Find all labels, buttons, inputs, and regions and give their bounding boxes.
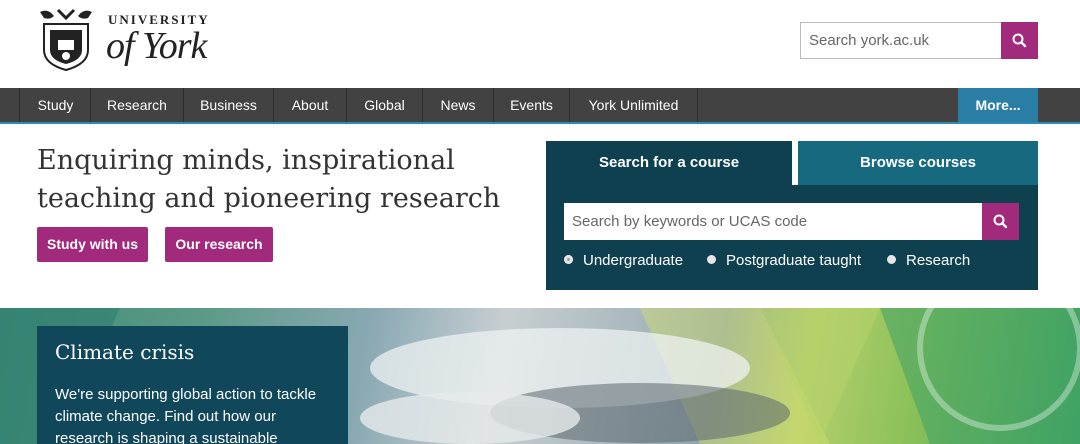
radio-postgraduate-taught[interactable]: Postgraduate taught [707, 251, 861, 271]
radio-unchecked-icon [887, 255, 896, 264]
search-icon [993, 214, 1008, 229]
nav-item-study[interactable]: Study [21, 88, 91, 122]
tab-search-for-a-course[interactable]: Search for a course [546, 141, 792, 185]
site-search-input[interactable] [800, 22, 1002, 59]
radio-research[interactable]: Research [887, 251, 970, 271]
our-research-button[interactable]: Our research [165, 227, 273, 262]
feature-title[interactable]: Climate crisis [55, 340, 194, 364]
radio-label-undergraduate: Undergraduate [583, 252, 684, 269]
nav-item-about[interactable]: About [274, 88, 347, 122]
nav-item-business[interactable]: Business [184, 88, 274, 122]
logo-york-text: of York [106, 25, 207, 67]
radio-undergraduate[interactable]: Undergraduate [564, 251, 683, 271]
course-search-button[interactable] [982, 203, 1019, 240]
feature-text: We're supporting global action to tackle… [55, 386, 317, 444]
site-search-button[interactable] [1001, 22, 1038, 59]
tab-browse-courses[interactable]: Browse courses [798, 141, 1038, 185]
main-nav: Study Research Business About Global New… [0, 88, 1080, 124]
radio-unchecked-icon [707, 255, 716, 264]
search-icon [1012, 33, 1027, 48]
nav-spacer [0, 88, 20, 122]
feature-banner[interactable]: Climate crisis We're supporting global a… [0, 308, 1080, 444]
nav-more-button[interactable]: More... [958, 88, 1038, 122]
course-finder: Search for a course Browse courses Under… [546, 141, 1038, 290]
site-search [800, 22, 1038, 59]
nav-item-news[interactable]: News [423, 88, 494, 122]
crest-icon [40, 8, 92, 72]
radio-label-research: Research [906, 252, 971, 269]
university-logo[interactable]: UNIVERSITY of York [36, 6, 236, 76]
site-header: UNIVERSITY of York [0, 0, 1080, 88]
page-title: Enquiring minds, inspirational teaching … [37, 145, 501, 214]
course-search-input[interactable] [564, 203, 982, 240]
radio-label-postgraduate-taught: Postgraduate taught [726, 252, 862, 269]
nav-item-global[interactable]: Global [347, 88, 423, 122]
nav-item-research[interactable]: Research [91, 88, 184, 122]
study-with-us-button[interactable]: Study with us [37, 227, 148, 262]
radio-checked-icon [564, 255, 573, 264]
nav-item-york-unlimited[interactable]: York Unlimited [570, 88, 698, 122]
feature-story-card[interactable]: Climate crisis We're supporting global a… [37, 326, 348, 444]
nav-item-events[interactable]: Events [494, 88, 570, 122]
